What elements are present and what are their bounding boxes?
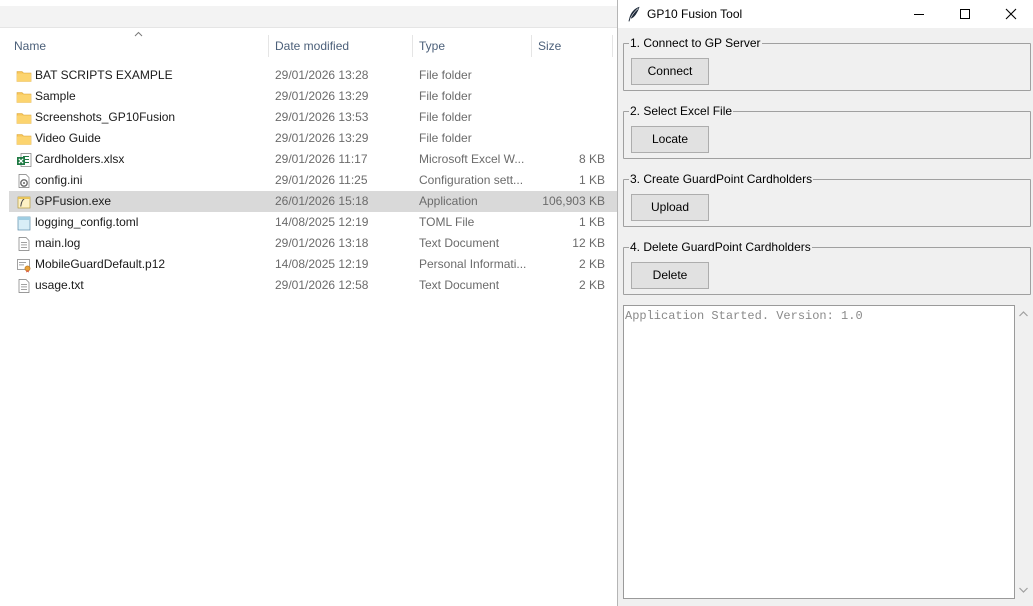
file-row[interactable]: usage.txt 29/01/2026 12:58 Text Document 2 … [9, 275, 618, 296]
file-name: Video Guide [35, 131, 101, 145]
log-scrollbar[interactable] [1016, 305, 1031, 599]
file-name: main.log [35, 236, 81, 250]
file-row[interactable]: GPFusion.exe 26/01/2026 15:18 Application 1… [9, 191, 618, 212]
file-size: 8 KB [578, 152, 605, 166]
file-name: BAT SCRIPTS EXAMPLE [35, 68, 173, 82]
file-size: 106,903 KB [542, 194, 605, 208]
file-date-modified: 29/01/2026 11:25 [275, 173, 368, 187]
feather-icon [628, 6, 640, 22]
file-date-modified: 29/01/2026 13:18 [275, 236, 369, 250]
file-date-modified: 29/01/2026 13:53 [275, 110, 369, 124]
file-name: Sample [35, 89, 76, 103]
scroll-up-icon[interactable] [1019, 311, 1028, 317]
column-header-type[interactable]: Type [413, 33, 531, 59]
file-name: usage.txt [35, 278, 84, 292]
file-type: Configuration sett... [419, 173, 524, 187]
section-label: 1. Connect to GP Server [629, 36, 762, 50]
file-type: Text Document [419, 278, 500, 292]
connect-button[interactable]: Connect [631, 58, 709, 85]
file-type: Microsoft Excel W... [419, 152, 525, 166]
file-size: 1 KB [578, 173, 605, 187]
column-header-date[interactable]: Date modified [269, 33, 412, 59]
title-bar[interactable]: GP10 Fusion Tool [618, 0, 1033, 28]
column-header-name[interactable]: Name [8, 33, 268, 59]
file-date-modified: 29/01/2026 13:29 [275, 131, 369, 145]
file-type: Personal Informati... [419, 257, 527, 271]
exe-file-icon [16, 194, 32, 210]
file-name: Screenshots_GP10Fusion [35, 110, 176, 124]
file-type: File folder [419, 131, 472, 145]
file-date-modified: 29/01/2026 11:17 [275, 152, 368, 166]
file-row[interactable]: Video Guide 29/01/2026 13:29 File folder [9, 128, 618, 149]
minimize-icon [914, 14, 924, 15]
file-type: File folder [419, 110, 472, 124]
column-header-size[interactable]: Size [532, 33, 612, 59]
config-file-icon [16, 173, 32, 189]
file-date-modified: 29/01/2026 13:28 [275, 68, 369, 82]
section-label: 4. Delete GuardPoint Cardholders [629, 240, 812, 254]
locate-button[interactable]: Locate [631, 126, 709, 153]
section-label: 3. Create GuardPoint Cardholders [629, 172, 814, 186]
scroll-down-icon[interactable] [1019, 587, 1028, 593]
file-row[interactable]: MobileGuardDefault.p12 14/08/2025 12:19 Pe… [9, 254, 618, 275]
file-date-modified: 29/01/2026 13:29 [275, 89, 369, 103]
file-explorer: Name Date modified Type Size BAT SCRIPTS… [0, 0, 618, 606]
select-excel-section: 2. Select Excel File Locate [623, 104, 1031, 159]
file-date-modified: 14/08/2025 12:19 [275, 257, 369, 271]
folder-icon [16, 110, 32, 126]
file-size: 2 KB [578, 278, 605, 292]
log-line: Application Started. Version: 1.0 [625, 309, 863, 323]
upload-button[interactable]: Upload [631, 194, 709, 221]
file-type: File folder [419, 68, 472, 82]
file-row[interactable]: Cardholders.xlsx 29/01/2026 11:17 Microsof… [9, 149, 618, 170]
file-row[interactable]: logging_config.toml 14/08/2025 12:19 TOML … [9, 212, 618, 233]
file-row[interactable]: main.log 29/01/2026 13:18 Text Document 12 … [9, 233, 618, 254]
delete-cardholders-section: 4. Delete GuardPoint Cardholders Delete [623, 240, 1031, 295]
excel-file-icon [16, 152, 32, 168]
file-type: Text Document [419, 236, 500, 250]
file-size: 1 KB [578, 215, 605, 229]
close-button[interactable] [988, 0, 1033, 28]
file-size: 12 KB [572, 236, 605, 250]
file-row[interactable]: Screenshots_GP10Fusion 29/01/2026 13:53 Fi… [9, 107, 618, 128]
minimize-button[interactable] [896, 0, 942, 28]
gp10-fusion-window: GP10 Fusion Tool 1. Connect to GP Server… [617, 0, 1033, 606]
text-file-icon [16, 278, 32, 294]
file-list: BAT SCRIPTS EXAMPLE 29/01/2026 13:28 File … [0, 65, 618, 296]
folder-icon [16, 131, 32, 147]
file-name: config.ini [35, 173, 83, 187]
close-icon [1005, 8, 1017, 20]
file-date-modified: 14/08/2025 12:19 [275, 215, 369, 229]
create-cardholders-section: 3. Create GuardPoint Cardholders Upload [623, 172, 1031, 227]
connect-section: 1. Connect to GP Server Connect [623, 36, 1031, 91]
window-title: GP10 Fusion Tool [647, 7, 743, 21]
file-date-modified: 26/01/2026 15:18 [275, 194, 369, 208]
file-name: MobileGuardDefault.p12 [35, 257, 166, 271]
file-date-modified: 29/01/2026 12:58 [275, 278, 369, 292]
file-type: File folder [419, 89, 472, 103]
log-output[interactable]: Application Started. Version: 1.0 [623, 305, 1015, 599]
file-type: Application [419, 194, 478, 208]
file-name: Cardholders.xlsx [35, 152, 125, 166]
text-file-icon [16, 236, 32, 252]
explorer-top-strip [0, 0, 618, 28]
file-name: GPFusion.exe [35, 194, 112, 208]
file-size: 2 KB [578, 257, 605, 271]
file-name: logging_config.toml [35, 215, 139, 229]
maximize-button[interactable] [942, 0, 988, 28]
certificate-file-icon [16, 257, 32, 273]
file-row[interactable]: config.ini 29/01/2026 11:25 Configuration … [9, 170, 618, 191]
folder-icon [16, 89, 32, 105]
column-header-row: Name Date modified Type Size [0, 33, 618, 59]
toml-file-icon [16, 215, 32, 231]
maximize-icon [960, 9, 970, 19]
delete-button[interactable]: Delete [631, 262, 709, 289]
section-label: 2. Select Excel File [629, 104, 734, 118]
file-row[interactable]: Sample 29/01/2026 13:29 File folder [9, 86, 618, 107]
folder-icon [16, 68, 32, 84]
column-divider[interactable] [612, 35, 613, 57]
file-row[interactable]: BAT SCRIPTS EXAMPLE 29/01/2026 13:28 File … [9, 65, 618, 86]
file-type: TOML File [419, 215, 475, 229]
